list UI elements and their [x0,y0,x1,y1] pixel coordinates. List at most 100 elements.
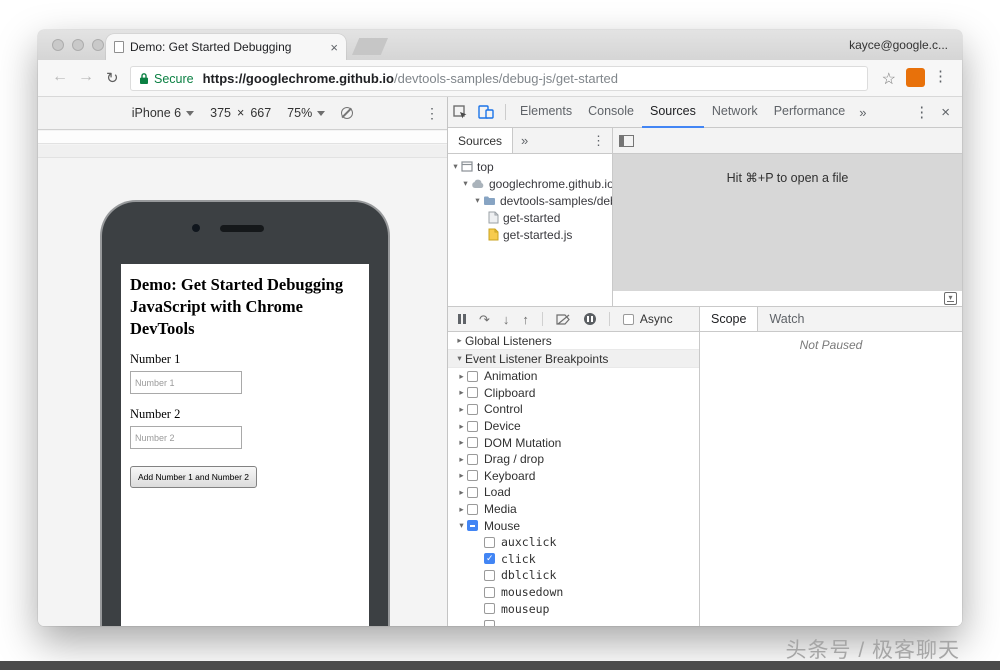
breakpoint-category-device[interactable]: ▸ Device [448,418,699,435]
browser-menu-icon[interactable]: ⋮ [933,67,948,85]
twisty-closed-icon[interactable]: ▸ [456,454,467,465]
devtools-close-icon[interactable]: × [941,104,950,121]
event-listener-breakpoints-section[interactable]: ▾ Event Listener Breakpoints [448,350,699,368]
device-select[interactable]: iPhone 6 [132,106,194,120]
twisty-closed-icon[interactable]: ▸ [456,421,467,432]
category-checkbox[interactable] [467,487,478,498]
twisty-closed-icon[interactable]: ▸ [456,371,467,382]
global-listeners-section[interactable]: ▸ Global Listeners [448,332,699,350]
tab-watch[interactable]: Watch [758,312,815,326]
forward-icon[interactable]: → [78,68,94,86]
event-checkbox[interactable] [484,620,495,626]
inspect-element-icon[interactable] [453,105,468,120]
event-checkbox[interactable] [484,570,495,581]
tree-item-folder[interactable]: ▾ devtools-samples/debu [448,192,612,209]
navigator-tab-sources[interactable]: Sources [448,128,513,153]
breakpoint-event-click[interactable]: click [448,551,699,568]
breakpoint-event-dblclick[interactable]: dblclick [448,567,699,584]
category-checkbox[interactable] [467,371,478,382]
tab-scope[interactable]: Scope [700,307,758,331]
category-checkbox[interactable] [467,504,478,515]
deactivate-breakpoints-icon[interactable] [556,314,571,325]
pause-on-exceptions-icon[interactable] [584,313,596,325]
category-checkbox[interactable] [467,387,478,398]
navigator-menu-icon[interactable]: ⋮ [592,133,605,149]
breakpoint-category-drag-drop[interactable]: ▸ Drag / drop [448,451,699,468]
twisty-closed-icon[interactable]: ▸ [456,470,467,481]
category-checkbox[interactable] [467,404,478,415]
async-checkbox[interactable] [623,314,634,325]
bookmark-star-icon[interactable]: ☆ [882,69,896,89]
breakpoint-category-control[interactable]: ▸ Control [448,401,699,418]
twisty-closed-icon[interactable]: ▸ [456,387,467,398]
number1-input[interactable] [130,371,242,394]
breakpoint-event-auxclick[interactable]: auxclick [448,534,699,551]
twisty-open-icon[interactable]: ▾ [450,161,461,172]
viewport-height[interactable]: 667 [250,106,271,120]
breakpoint-event-mousedown[interactable]: mousedown [448,584,699,601]
address-bar[interactable]: Secure https://googlechrome.github.io /d… [130,66,868,91]
number2-input[interactable] [130,426,242,449]
twisty-open-icon[interactable]: ▾ [460,178,471,189]
media-query-bar[interactable] [38,131,447,144]
category-checkbox[interactable] [467,421,478,432]
breakpoint-category-keyboard[interactable]: ▸ Keyboard [448,468,699,485]
tab-elements[interactable]: Elements [512,97,580,128]
breakpoint-event-mouseup[interactable]: mouseup [448,600,699,617]
navigator-more-icon[interactable]: » [521,133,528,148]
step-into-icon[interactable]: ↓ [503,313,510,326]
tab-network[interactable]: Network [704,97,766,128]
viewport-width[interactable]: 375 [210,106,231,120]
step-over-icon[interactable]: ↷ [479,313,490,326]
event-checkbox-checked[interactable] [484,553,495,564]
twisty-open-icon[interactable]: ▾ [454,353,465,364]
tab-close-icon[interactable]: × [330,40,338,55]
breakpoint-category-load[interactable]: ▸ Load [448,484,699,501]
breakpoint-category-animation[interactable]: ▸ Animation [448,368,699,385]
refresh-icon[interactable]: ↻ [106,69,119,87]
twisty-closed-icon[interactable]: ▸ [456,487,467,498]
category-checkbox[interactable] [467,437,478,448]
devtools-menu-icon[interactable]: ⋮ [914,103,929,121]
event-checkbox[interactable] [484,587,495,598]
breakpoint-category-clipboard[interactable]: ▸ Clipboard [448,385,699,402]
rotate-viewport-icon[interactable] [341,107,353,119]
mouse-checkbox-indeterminate[interactable] [467,520,478,531]
twisty-closed-icon[interactable]: ▸ [454,335,465,346]
minimize-window-button[interactable] [72,39,84,51]
step-out-icon[interactable]: ↑ [522,313,529,326]
tree-item-top[interactable]: ▾ top [448,158,612,175]
pause-script-icon[interactable] [458,314,466,324]
event-checkbox[interactable] [484,603,495,614]
back-icon[interactable]: ← [52,68,68,86]
tree-item-domain[interactable]: ▾ googlechrome.github.io [448,175,612,192]
twisty-closed-icon[interactable]: ▸ [456,437,467,448]
breakpoint-event-clipped[interactable] [448,617,699,626]
category-checkbox[interactable] [467,454,478,465]
new-tab-button[interactable] [352,38,388,55]
breakpoint-category-mouse[interactable]: ▾ Mouse [448,517,699,534]
twisty-open-icon[interactable]: ▾ [472,195,483,206]
tab-console[interactable]: Console [580,97,642,128]
device-toolbar-toggle-icon[interactable] [478,105,494,119]
category-checkbox[interactable] [467,470,478,481]
tree-item-file[interactable]: get-started [448,209,612,226]
tree-item-js-file[interactable]: get-started.js [448,226,612,243]
twisty-closed-icon[interactable]: ▸ [456,404,467,415]
tab-sources[interactable]: Sources [642,97,704,128]
device-toolbar-menu-icon[interactable]: ⋮ [425,105,439,122]
breakpoint-category-dom-mutation[interactable]: ▸ DOM Mutation [448,434,699,451]
zoom-select[interactable]: 75% [287,106,325,120]
toggle-navigator-icon[interactable] [619,135,634,147]
add-numbers-button[interactable]: Add Number 1 and Number 2 [130,466,257,488]
profile-avatar[interactable] [906,68,925,87]
browser-tab[interactable]: Demo: Get Started Debugging × [106,34,346,60]
twisty-open-icon[interactable]: ▾ [456,520,467,531]
breakpoint-category-media[interactable]: ▸ Media [448,501,699,518]
zoom-window-button[interactable] [92,39,104,51]
event-checkbox[interactable] [484,537,495,548]
close-window-button[interactable] [52,39,64,51]
tab-performance[interactable]: Performance [766,97,854,128]
twisty-closed-icon[interactable]: ▸ [456,504,467,515]
more-tabs-icon[interactable]: » [853,105,872,120]
